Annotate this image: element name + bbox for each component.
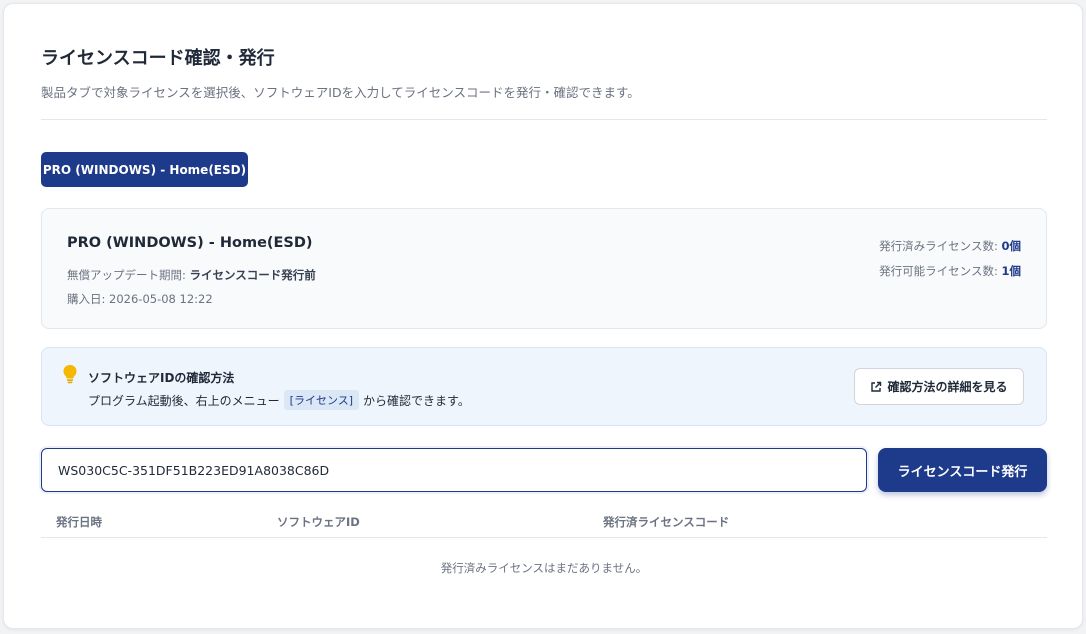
software-id-input[interactable]: [41, 448, 867, 492]
license-panel: ライセンスコード確認・発行 製品タブで対象ライセンスを選択後、ソフトウェアIDを…: [3, 3, 1083, 629]
view-details-label: 確認方法の詳細を見る: [887, 380, 1008, 394]
lightbulb-icon: [63, 365, 77, 384]
view-details-button[interactable]: 確認方法の詳細を見る: [854, 368, 1024, 405]
purchase-date: 購入日: 2026-05-08 12:22: [67, 291, 213, 307]
available-count-label: 発行可能ライセンス数:: [879, 264, 1002, 278]
issued-license-count: 発行済みライセンス数: 0個: [879, 238, 1021, 254]
license-menu-code: [ライセンス]: [283, 390, 360, 410]
product-tab-pro-windows[interactable]: PRO (WINDOWS) - Home(ESD): [41, 152, 248, 187]
update-period: 無償アップデート期間: ライセンスコード発行前: [67, 267, 316, 283]
empty-table-message: 発行済みライセンスはまだありません。: [440, 561, 648, 575]
table-divider: [41, 537, 1047, 538]
info-text-before: プログラム起動後、右上のメニュー: [88, 393, 280, 408]
available-license-count: 発行可能ライセンス数: 1個: [879, 263, 1021, 279]
column-software-id: ソフトウェアID: [277, 515, 360, 529]
column-issued-at: 発行日時: [56, 515, 102, 529]
issued-count-label: 発行済みライセンス数:: [879, 239, 1002, 253]
header-divider: [41, 119, 1047, 120]
issue-license-button[interactable]: ライセンスコード発行: [878, 448, 1047, 492]
license-table-header: 発行日時 ソフトウェアID 発行済ライセンスコード: [41, 512, 1047, 537]
external-link-icon: [871, 381, 882, 392]
column-license-code: 発行済ライセンスコード: [603, 515, 730, 529]
page-description: 製品タブで対象ライセンスを選択後、ソフトウェアIDを入力してライセンスコードを発…: [41, 85, 640, 100]
update-period-label: 無償アップデート期間:: [67, 268, 190, 282]
info-text-after: から確認できます。: [363, 393, 470, 408]
page-title: ライセンスコード確認・発行: [41, 48, 275, 69]
info-text: プログラム起動後、右上のメニュー [ライセンス] から確認できます。: [88, 390, 470, 410]
product-summary-card: PRO (WINDOWS) - Home(ESD) 無償アップデート期間: ライ…: [41, 208, 1047, 329]
purchase-date-label: 購入日:: [67, 292, 110, 306]
product-name: PRO (WINDOWS) - Home(ESD): [67, 235, 313, 251]
software-id-help-box: ソフトウェアIDの確認方法 プログラム起動後、右上のメニュー [ライセンス] か…: [41, 347, 1047, 426]
purchase-date-value: 2026-05-08 12:22: [109, 292, 213, 306]
info-title: ソフトウェアIDの確認方法: [88, 371, 235, 385]
update-period-value: ライセンスコード発行前: [189, 268, 316, 282]
issued-count-value: 0個: [1001, 239, 1021, 253]
available-count-value: 1個: [1001, 264, 1021, 278]
